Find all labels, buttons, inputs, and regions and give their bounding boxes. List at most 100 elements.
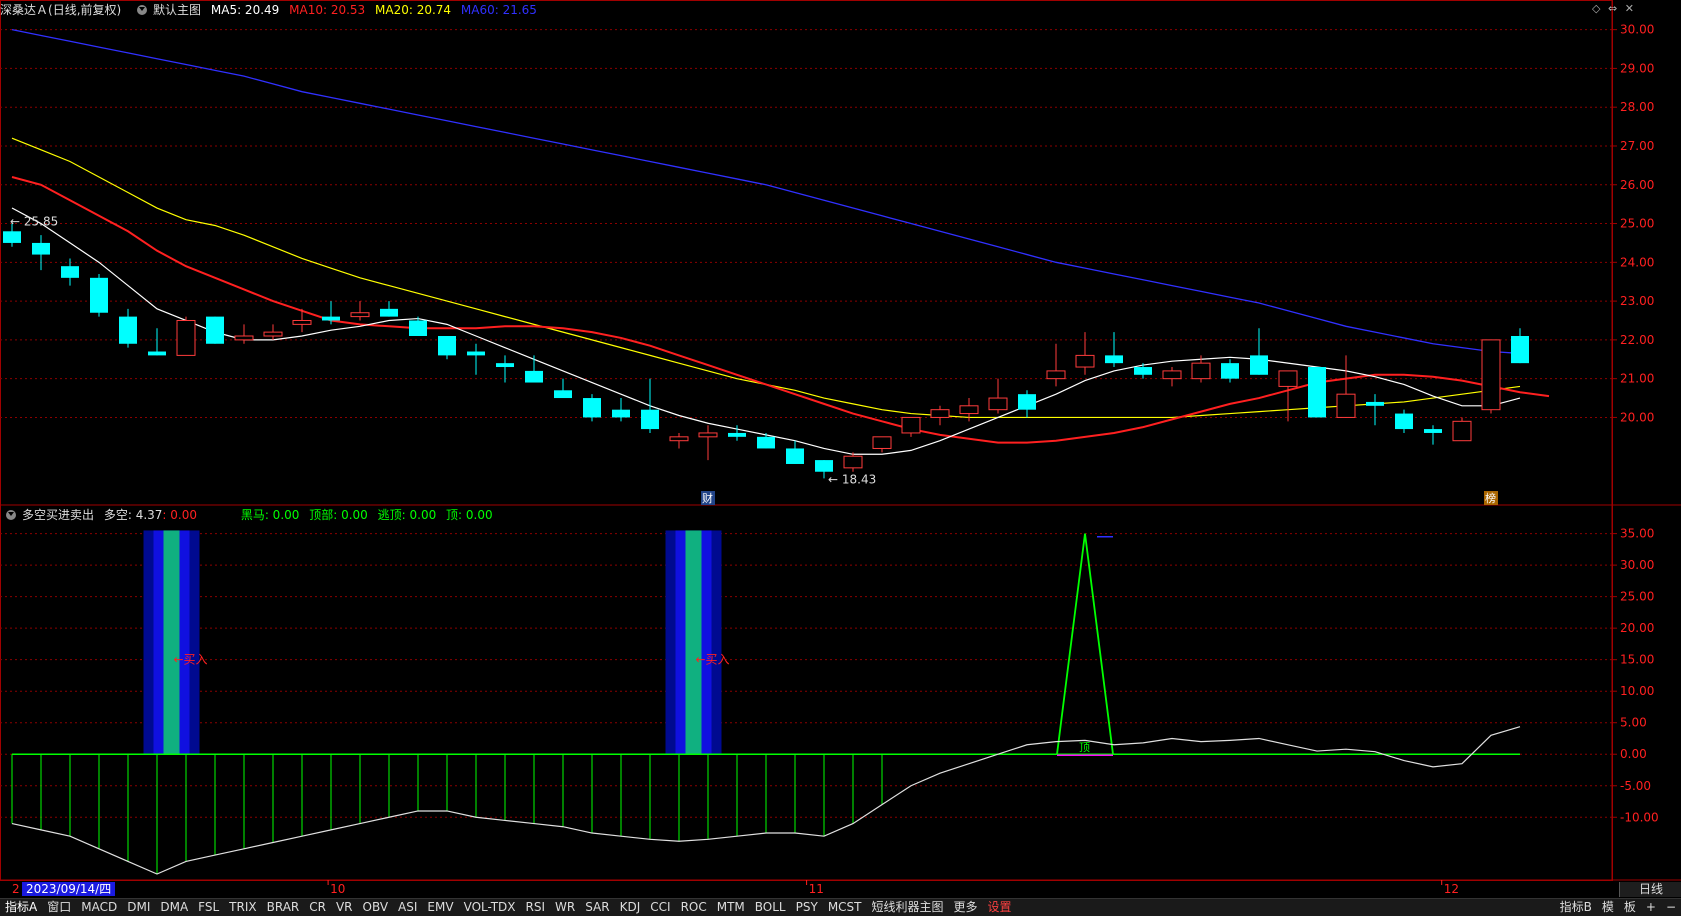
ind-tick-label: 35.00 (1620, 527, 1654, 541)
toolbar-item-7[interactable]: BRAR (262, 899, 305, 916)
stock-name: 深桑达Ａ(日线,前复权) (0, 3, 122, 17)
toolbar-item-1[interactable]: 窗口 (42, 899, 76, 916)
ma10-label: MA10: 20.53 (289, 3, 366, 17)
toolbar-item-4[interactable]: DMA (155, 899, 193, 916)
toolbar-item-20[interactable]: MTM (712, 899, 750, 916)
ind-tick-label: 0.00 (1620, 747, 1647, 761)
toolbar-item-15[interactable]: WR (550, 899, 580, 916)
top-marker: 顶 (1079, 741, 1090, 754)
candle-body (496, 363, 514, 368)
candle-body (1336, 393, 1356, 418)
toolbar-item-17[interactable]: KDJ (615, 899, 646, 916)
candle-body (1191, 362, 1211, 380)
toolbar-item-19[interactable]: ROC (676, 899, 712, 916)
candle-body (1395, 413, 1413, 430)
candle-body (669, 436, 689, 442)
candle-body (1452, 420, 1472, 442)
candle-body (815, 460, 833, 472)
candle-body (409, 320, 427, 336)
toolbar-item-13[interactable]: VOL-TDX (459, 899, 521, 916)
dropdown-icon[interactable] (137, 4, 148, 15)
candle-body (757, 436, 775, 449)
toolbar-item-10[interactable]: OBV (358, 899, 394, 916)
ind-tick-label: 5.00 (1620, 716, 1647, 730)
toolbar-item-22[interactable]: PSY (791, 899, 823, 916)
toolbar-item-8[interactable]: CR (304, 899, 331, 916)
buy-signal-label: ←买入 (696, 653, 730, 667)
main-chart-label[interactable]: 默认主图 (153, 3, 201, 17)
diamond-icon[interactable]: ◇ (1592, 2, 1600, 15)
toolbar-right-item-4[interactable]: − (1661, 899, 1681, 916)
date-start-label: 2 (12, 882, 20, 896)
low-annotation: ← 18.43 (828, 472, 876, 486)
candle-body (380, 308, 398, 317)
indicator-name[interactable]: 多空买进卖出 (22, 508, 94, 522)
ind-tick-label: -10.00 (1620, 810, 1659, 824)
candle-body (1018, 394, 1036, 410)
taoding-value: 逃顶: 0.00 (377, 508, 437, 522)
candle-body (1250, 355, 1268, 375)
price-tick-label: 25.00 (1620, 217, 1654, 231)
toolbar-item-11[interactable]: ASI (393, 899, 422, 916)
ma60-label: MA60: 21.65 (460, 3, 537, 17)
candle-body (1278, 370, 1298, 387)
candle-body (467, 351, 485, 356)
candle-body (1075, 354, 1095, 368)
price-tick-label: 30.00 (1620, 23, 1654, 37)
toolbar-right-item-1[interactable]: 模 (1597, 899, 1619, 916)
indicator-header: 多空买进卖出 多空: 4.37: 0.00 黑马: 0.00 顶部: 0.00 … (0, 506, 499, 524)
buy-signal-label: ←买入 (174, 653, 208, 667)
chart-canvas[interactable]: 30.0029.0028.0027.0026.0025.0024.0023.00… (0, 0, 1681, 898)
price-tick-label: 22.00 (1620, 333, 1654, 347)
close-icon[interactable]: ✕ (1625, 2, 1634, 15)
toolbar-item-12[interactable]: EMV (422, 899, 458, 916)
toolbar-item-14[interactable]: RSI (521, 899, 551, 916)
ind-tick-label: -5.00 (1620, 779, 1651, 793)
candle-body (698, 432, 718, 438)
toolbar-item-23[interactable]: MCST (823, 899, 867, 916)
toolbar-item-25[interactable]: 更多 (949, 899, 983, 916)
toolbar-item-21[interactable]: BOLL (750, 899, 791, 916)
toolbar-item-16[interactable]: SAR (580, 899, 614, 916)
toolbar-item-2[interactable]: MACD (76, 899, 122, 916)
zero-value: : 0.00 (162, 508, 197, 522)
toolbar-right-item-2[interactable]: 板 (1619, 899, 1641, 916)
candle-body (786, 448, 804, 464)
window-controls: ◇ ⇔ ✕ (1588, 2, 1634, 15)
heima-value: 黑马: 0.00 (240, 508, 300, 522)
candle-body (438, 336, 456, 356)
cursor-date: 2023/09/14/四 (22, 882, 116, 896)
candle-body (119, 316, 137, 344)
toolbar-item-3[interactable]: DMI (122, 899, 155, 916)
candle-body (583, 398, 601, 418)
price-tick-label: 28.00 (1620, 100, 1654, 114)
candle-body (843, 455, 863, 469)
candle-body (959, 405, 979, 415)
toolbar-item-0[interactable]: 指标A (0, 899, 42, 916)
candle-body (1134, 367, 1152, 375)
high-annotation: ← 25.85 (10, 214, 58, 228)
duokong-value: 多空: 4.37 (103, 508, 163, 522)
chart-frame (0, 0, 1613, 881)
month-label: 12 (1444, 882, 1459, 896)
candle-body (1424, 429, 1442, 433)
toolbar-item-5[interactable]: FSL (193, 899, 224, 916)
period-tab[interactable]: 日线 (1619, 882, 1681, 897)
toolbar-item-18[interactable]: CCI (645, 899, 675, 916)
candle-body (1162, 370, 1182, 380)
toolbar-item-24[interactable]: 短线利器主图 (867, 899, 949, 916)
main-chart-header: 深桑达Ａ(日线,前复权) 默认主图 MA5: 20.49 MA10: 20.53… (0, 1, 543, 19)
candle-body (554, 390, 572, 399)
candle-body (32, 242, 50, 255)
dropdown-icon[interactable] (6, 509, 16, 520)
toolbar-right-item-3[interactable]: + (1641, 899, 1661, 916)
candle-body (1105, 355, 1123, 364)
price-tick-label: 29.00 (1620, 61, 1654, 75)
buy-zone-core (163, 530, 180, 755)
ind-tick-label: 20.00 (1620, 621, 1654, 635)
settings-button[interactable]: 设置 (983, 899, 1017, 916)
toolbar-item-6[interactable]: TRIX (224, 899, 261, 916)
toolbar-item-9[interactable]: VR (331, 899, 358, 916)
swap-icon[interactable]: ⇔ (1608, 2, 1617, 15)
toolbar-right-item-0[interactable]: 指标B (1555, 899, 1597, 916)
